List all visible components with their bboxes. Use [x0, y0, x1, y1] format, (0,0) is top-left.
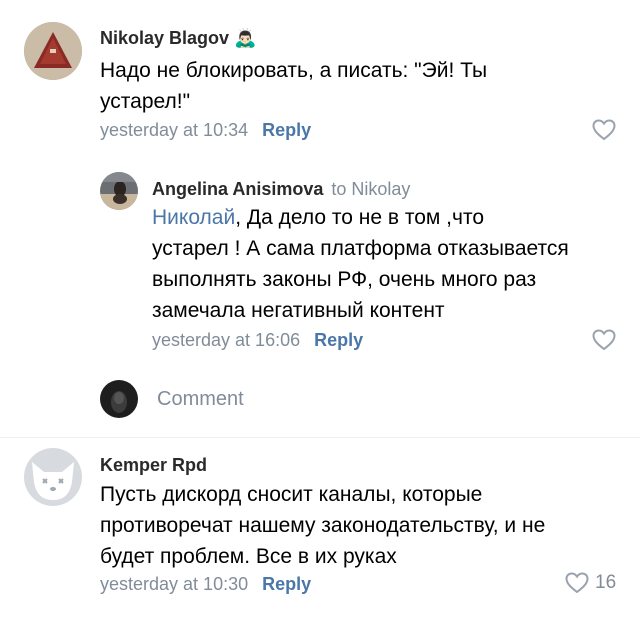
comment-text-line: замечала негативный контент — [152, 299, 445, 322]
person-bowing-emoji-icon: 🙇🏻‍♂️ — [234, 28, 257, 48]
avatar[interactable] — [24, 22, 82, 80]
mention-link[interactable]: Николай — [152, 206, 235, 229]
reply-button[interactable]: Reply — [314, 330, 363, 350]
comment-meta: yesterday at 10:34 Reply — [100, 120, 311, 141]
comment-timestamp: yesterday at 16:06 — [152, 330, 301, 350]
heart-outline-icon — [565, 572, 589, 594]
comment-text-line: Надо не блокировать, а писать: "Эй! Ты — [100, 59, 488, 82]
comment-input[interactable]: Comment — [157, 388, 244, 411]
like-button[interactable] — [592, 329, 616, 351]
avatar — [100, 380, 138, 418]
comment-text-line: устарел!" — [100, 90, 191, 113]
pyramid-avatar-icon — [24, 22, 82, 80]
author-name[interactable]: Nikolay Blagov — [100, 28, 229, 48]
like-button[interactable]: 16 — [565, 572, 616, 594]
comment-text-line: Николай, Да дело то не в том ,что — [152, 202, 569, 233]
comment-meta: yesterday at 10:30 Reply — [100, 574, 311, 595]
like-count: 16 — [595, 572, 617, 593]
reply-button[interactable]: Reply — [262, 120, 311, 140]
heart-outline-icon — [592, 329, 616, 351]
comment-timestamp: yesterday at 10:34 — [100, 120, 249, 140]
author-name[interactable]: Kemper Rpd — [100, 455, 207, 475]
comment-meta: yesterday at 16:06 Reply — [152, 330, 363, 351]
comment-author[interactable]: Nikolay Blagov 🙇🏻‍♂️ — [100, 28, 256, 49]
comment-author[interactable]: Angelina Anisimova to Nikolay — [152, 179, 410, 200]
comment-text: Николай, Да дело то не в том ,что устаре… — [152, 202, 569, 326]
comment-text-fragment: , Да дело то не в том ,что — [235, 206, 485, 229]
heart-outline-icon — [592, 119, 616, 141]
comment-timestamp: yesterday at 10:30 — [100, 574, 249, 594]
reply-to-label[interactable]: to Nikolay — [331, 179, 410, 199]
comment-text: Пусть дискорд сносит каналы, которые про… — [100, 479, 545, 572]
comment-text-line: противоречат нашему законодательству, и … — [100, 514, 546, 537]
like-button[interactable] — [592, 119, 616, 141]
user-avatar-icon — [100, 380, 138, 418]
avatar[interactable] — [100, 172, 138, 210]
photo-avatar-icon — [100, 172, 138, 210]
comment-author[interactable]: Kemper Rpd — [100, 455, 207, 476]
comment-text-line: Пусть дискорд сносит каналы, которые — [100, 483, 483, 506]
comment-text-line: выполнять законы РФ, очень много раз — [152, 268, 537, 291]
reply-button[interactable]: Reply — [262, 574, 311, 594]
comment-text-line: устарел ! А сама платформа отказывается — [152, 237, 569, 260]
dog-avatar-icon — [24, 448, 82, 506]
avatar[interactable] — [24, 448, 82, 506]
comment-input-placeholder[interactable]: Comment — [157, 388, 244, 410]
divider — [0, 437, 640, 438]
comment-text-line: будет проблем. Все в их руках — [100, 545, 397, 568]
comment-text: Надо не блокировать, а писать: "Эй! Ты у… — [100, 55, 487, 117]
author-name[interactable]: Angelina Anisimova — [152, 179, 323, 199]
